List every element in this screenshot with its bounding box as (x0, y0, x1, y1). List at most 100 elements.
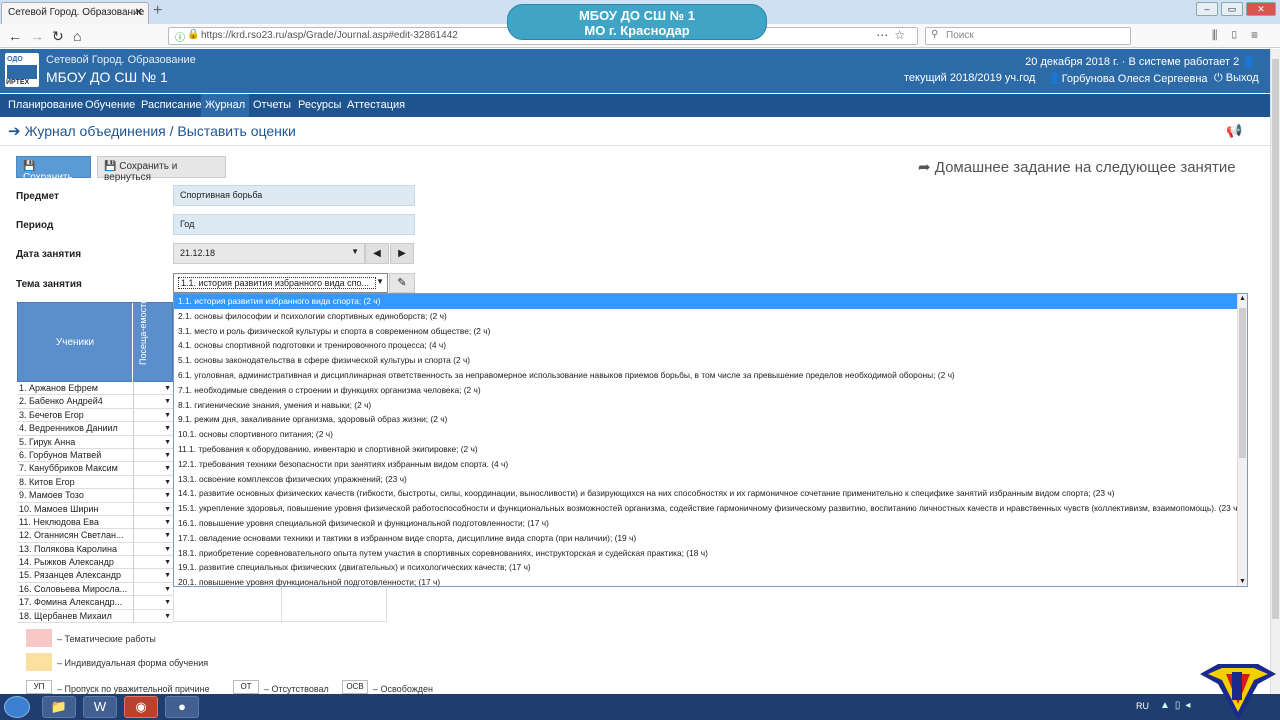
school-year-link[interactable]: текущий 2018/2019 уч.год (904, 72, 1035, 84)
student-name: 9. Мамоев Тозо (19, 490, 84, 501)
megaphone-icon[interactable]: 📢 (1226, 123, 1242, 139)
ot-legend-text: – Отсутствовал (264, 684, 329, 694)
attendance-select[interactable]: ▼ (133, 569, 173, 583)
attendance-select[interactable]: ▼ (133, 448, 173, 462)
home-icon[interactable]: ⌂ (73, 28, 81, 44)
prev-date-button[interactable]: ◀ (365, 243, 389, 264)
browser-tab[interactable]: Сетевой Город. Образование ✕ (1, 2, 149, 24)
user-link[interactable]: 👤Горбунова Олеся Сергеевна (1048, 72, 1208, 85)
topic-option[interactable]: 19.1. развитие специальных физических (д… (174, 560, 1237, 575)
attendance-select[interactable]: ▼ (133, 475, 173, 489)
user-icon: 👤 (1048, 73, 1062, 85)
homework-link[interactable]: ➦ Домашнее задание на следующее занятие (918, 158, 1236, 176)
search-input[interactable]: ⚲ Поиск (925, 27, 1131, 45)
chevron-down-icon: ▼ (164, 518, 171, 526)
menu-journal[interactable]: Журнал (201, 94, 250, 117)
word-icon[interactable]: W (83, 696, 117, 718)
explorer-icon[interactable]: 📁 (42, 696, 76, 718)
topic-option[interactable]: 16.1. повышение уровня специальной физич… (174, 516, 1237, 531)
topic-option[interactable]: 5.1. основы законодательства в сфере физ… (174, 353, 1237, 368)
topic-dropdown-list[interactable]: 1.1. история развития избранного вида сп… (173, 293, 1248, 587)
reload-icon[interactable]: ↻ (52, 28, 64, 45)
attendance-select[interactable]: ▼ (133, 582, 173, 596)
topic-option[interactable]: 6.1. уголовная, административная и дисци… (174, 368, 1237, 383)
student-name: 11. Неклюдова Ева (19, 516, 99, 527)
topic-option[interactable]: 11.1. требования к оборудованию, инвента… (174, 442, 1237, 457)
tray-icons[interactable]: ▲▯◂ (1160, 700, 1195, 711)
menu-planning[interactable]: Планирование (4, 94, 87, 117)
topic-option[interactable]: 1.1. история развития избранного вида сп… (174, 294, 1237, 309)
scroll-down-icon: ▼ (1239, 578, 1246, 585)
attendance-select[interactable]: ▼ (133, 382, 173, 395)
attendance-select[interactable]: ▼ (133, 596, 173, 610)
attendance-select[interactable]: ▼ (133, 395, 173, 409)
topic-option[interactable]: 7.1. необходимые сведения о строении и ф… (174, 383, 1237, 398)
attendance-select[interactable]: ▼ (133, 542, 173, 556)
attendance-select[interactable]: ▼ (133, 609, 173, 623)
language-indicator[interactable]: RU (1136, 701, 1149, 711)
topic-option[interactable]: 15.1. укрепление здоровья, повышение уро… (174, 501, 1237, 516)
individual-color-swatch (26, 653, 52, 671)
attendance-select[interactable]: ▼ (133, 408, 173, 422)
attendance-select[interactable]: ▼ (133, 556, 173, 570)
topic-select[interactable]: 1.1. история развития избранного вида сп… (173, 273, 388, 293)
topic-option[interactable]: 14.1. развитие основных физических качес… (174, 486, 1237, 501)
topic-option[interactable]: 9.1. режим дня, закаливание организма, з… (174, 412, 1237, 427)
edit-topic-button[interactable]: ✎ (389, 273, 415, 293)
back-icon[interactable]: ← (8, 28, 22, 44)
close-window-icon[interactable]: ✕ (1246, 2, 1276, 16)
page-scrollbar[interactable] (1270, 49, 1280, 694)
menu-attestation[interactable]: Аттестация (343, 94, 409, 117)
maximize-icon[interactable]: ▭ (1221, 2, 1243, 16)
date-select[interactable]: 21.12.18 ▼ (173, 243, 365, 264)
next-date-button[interactable]: ▶ (390, 243, 414, 264)
grades-grid[interactable] (173, 585, 387, 623)
new-tab-icon[interactable]: + (153, 2, 162, 20)
irtech-logo[interactable]: ОДО ИРТЕХ (5, 53, 39, 87)
topic-option[interactable]: 8.1. гигиенические знания, умения и навы… (174, 398, 1237, 413)
attendance-select[interactable]: ▼ (133, 422, 173, 436)
search-placeholder: Поиск (946, 30, 974, 41)
topic-option[interactable]: 13.1. освоение комплексов физических упр… (174, 472, 1237, 487)
logo-top-text: ОДО (7, 56, 23, 63)
student-name: 15. Рязанцев Александр (19, 570, 122, 581)
topic-option[interactable]: 2.1. основы философии и психологии спорт… (174, 309, 1237, 324)
logout-link[interactable]: ⏻ Выход (1214, 72, 1259, 85)
attendance-select[interactable]: ▼ (133, 435, 173, 449)
topic-option[interactable]: 20.1. повышение уровня функциональной по… (174, 575, 1237, 586)
menu-reports[interactable]: Отчеты (249, 94, 295, 117)
recorder-icon[interactable]: ● (165, 696, 199, 718)
attendance-select[interactable]: ▼ (133, 515, 173, 529)
student-name: 8. Китов Егор (19, 476, 75, 487)
back-arrow-icon[interactable]: ➔ (8, 123, 21, 140)
attendance-select[interactable]: ▼ (133, 502, 173, 516)
topic-option[interactable]: 17.1. овладение основами техники и такти… (174, 531, 1237, 546)
tab-close-icon[interactable]: ✕ (135, 7, 143, 18)
topic-option[interactable]: 18.1. приобретение соревновательного опы… (174, 546, 1237, 561)
chevron-down-icon: ▼ (351, 247, 359, 256)
page-actions-icon[interactable]: ⋯☆ (876, 28, 911, 42)
save-button[interactable]: 💾 Сохранить (16, 156, 91, 183)
attendance-select[interactable]: ▼ (133, 462, 173, 476)
table-row: 13. Полякова Каролина ▼ (17, 542, 173, 557)
topic-option[interactable]: 10.1. основы спортивного питания; (2 ч) (174, 427, 1237, 442)
menu-schedule[interactable]: Расписание (137, 94, 206, 117)
topic-option[interactable]: 12.1. требования техники безопасности пр… (174, 457, 1237, 472)
attendance-select[interactable]: ▼ (133, 529, 173, 543)
library-menu-icon[interactable]: ⫼▯≡ (1212, 28, 1270, 43)
minimize-icon[interactable]: – (1196, 2, 1218, 16)
dropdown-scrollbar[interactable]: ▲ ▼ (1237, 294, 1247, 586)
menu-education[interactable]: Обучение (81, 94, 139, 117)
table-row: 16. Соловьева Миросла... ▼ (17, 582, 173, 597)
start-button[interactable] (4, 696, 30, 718)
menu-resources[interactable]: Ресурсы (294, 94, 345, 117)
firefox-icon[interactable]: ◉ (124, 696, 158, 718)
attendance-select[interactable]: ▼ (133, 489, 173, 503)
topic-option[interactable]: 3.1. место и роль физической культуры и … (174, 324, 1237, 339)
chevron-down-icon: ▼ (164, 465, 171, 473)
student-name: 3. Бечегов Егор (19, 409, 84, 420)
save-return-button[interactable]: 💾 Сохранить и вернуться (97, 156, 226, 183)
topic-option[interactable]: 4.1. основы спортивной подготовки и трен… (174, 338, 1237, 353)
forward-icon[interactable]: → (30, 28, 44, 44)
info-icon[interactable]: ⓘ (175, 29, 185, 44)
